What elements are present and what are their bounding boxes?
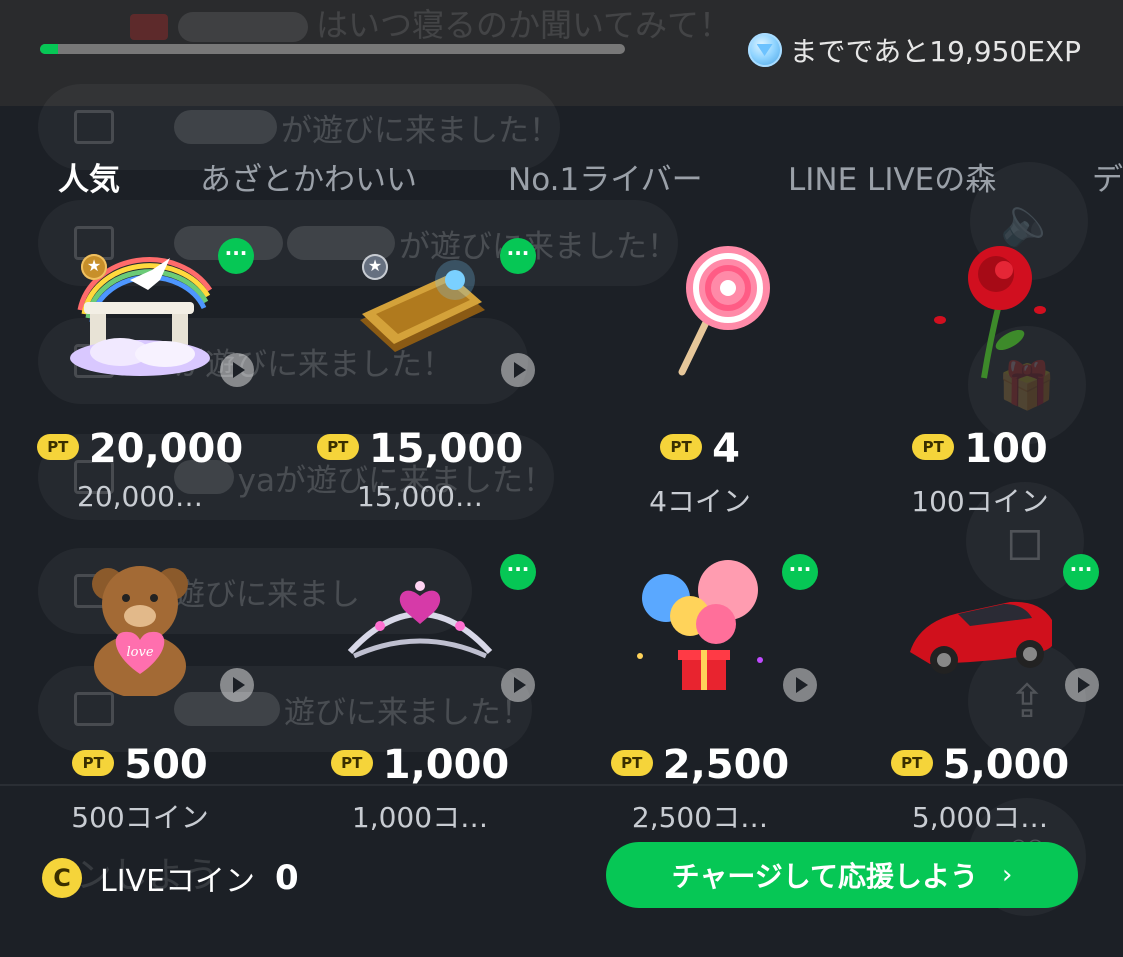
charge-button-label: チャージして応援しよう bbox=[671, 860, 978, 893]
chat-bubble-icon: ··· bbox=[1063, 554, 1099, 590]
gift-item[interactable]: PT 5,000 5,000コ… bbox=[840, 556, 1120, 856]
exp-progress-bar bbox=[40, 44, 625, 54]
gift-coin-cost: 2,500コ… bbox=[631, 801, 769, 834]
gift-item[interactable]: PT 1,000 1,000コ… bbox=[280, 556, 560, 856]
gift-price: PT 20,000 bbox=[0, 426, 280, 472]
gift-price-value: 2,500 bbox=[662, 742, 790, 788]
gift-panel: が遊びに来ました！ が遊びに来ました！ が遊びに来ました！ yaが遊びに来ました… bbox=[0, 84, 1123, 957]
gift-item[interactable]: PT 20,000 20,000… bbox=[0, 240, 280, 540]
pt-badge: PT bbox=[890, 750, 933, 776]
gift-item[interactable]: PT 100 100コイン bbox=[840, 240, 1120, 540]
gift-item[interactable]: love PT 500 500コイン bbox=[0, 556, 280, 856]
chat-bubble-icon: ··· bbox=[500, 238, 536, 274]
tiara-icon bbox=[347, 581, 493, 659]
sports-car-icon bbox=[910, 601, 1052, 674]
gift-coin-cost: 100コイン bbox=[911, 485, 1049, 518]
charge-button[interactable]: チャージして応援しよう › bbox=[606, 842, 1078, 908]
teddy-bear-icon: love bbox=[92, 566, 188, 696]
gift-coin-cost: 1,000コ… bbox=[351, 801, 489, 834]
gift-price: PT 2,500 bbox=[560, 742, 840, 788]
gift-price-value: 1,000 bbox=[382, 742, 510, 788]
gift-coin-cost: 15,000… bbox=[357, 480, 483, 513]
tab-cute[interactable]: あざとかわいい bbox=[200, 154, 417, 199]
chat-bubble-icon: ··· bbox=[218, 238, 254, 274]
play-preview-icon[interactable] bbox=[220, 668, 254, 702]
gift-price: PT 1,000 bbox=[280, 742, 560, 788]
gift-item[interactable]: PT 4 4コイン bbox=[560, 240, 840, 540]
gift-price: PT 4 bbox=[560, 426, 840, 472]
coin-value: 0 bbox=[275, 858, 299, 898]
gem-icon bbox=[747, 33, 782, 67]
lollipop-icon bbox=[678, 246, 770, 376]
tab-more[interactable]: デ bbox=[1092, 154, 1123, 199]
gift-price-value: 100 bbox=[964, 426, 1048, 472]
coin-icon: C bbox=[42, 858, 82, 898]
gift-price: PT 15,000 bbox=[280, 426, 560, 472]
divider bbox=[0, 784, 1123, 786]
gift-price-value: 15,000 bbox=[368, 426, 524, 472]
rank-star-silver-icon: ★ bbox=[362, 254, 388, 280]
gift-coin-cost: 5,000コ… bbox=[911, 801, 1049, 834]
tab-line-live-forest[interactable]: LINE LIVEの森 bbox=[788, 154, 996, 199]
pt-badge: PT bbox=[912, 434, 955, 460]
gift-price: PT 500 bbox=[0, 742, 280, 788]
play-preview-icon[interactable] bbox=[501, 668, 535, 702]
play-preview-icon[interactable] bbox=[1065, 668, 1099, 702]
gift-price-value: 500 bbox=[124, 742, 208, 788]
tab-popular[interactable]: 人気 bbox=[58, 154, 120, 199]
gift-price-value: 20,000 bbox=[88, 426, 244, 472]
tab-no1-liver[interactable]: No.1ライバー bbox=[508, 154, 703, 199]
coin-label: LIVEコイン bbox=[100, 864, 256, 899]
gift-item[interactable]: PT 2,500 2,500コ… bbox=[560, 556, 840, 856]
gift-coin-cost: 4コイン bbox=[649, 485, 751, 518]
exp-remaining-text: までであと19,950EXP bbox=[789, 35, 1081, 68]
live-coin-balance: C LIVEコイン 0 bbox=[42, 856, 299, 900]
pt-badge: PT bbox=[330, 750, 373, 776]
pt-badge: PT bbox=[316, 434, 359, 460]
balloons-gift-icon bbox=[637, 560, 763, 690]
rose-icon bbox=[934, 246, 1046, 379]
rank-star-gold-icon: ★ bbox=[81, 254, 107, 280]
chat-bubble-icon: ··· bbox=[782, 554, 818, 590]
gift-price: PT 100 bbox=[840, 426, 1120, 472]
gift-price: PT 5,000 bbox=[840, 742, 1120, 788]
pt-badge: PT bbox=[72, 750, 115, 776]
pt-badge: PT bbox=[610, 750, 653, 776]
play-preview-icon[interactable] bbox=[783, 668, 817, 702]
gift-coin-cost: 20,000… bbox=[77, 480, 203, 513]
exp-remaining: までであと19,950EXP bbox=[747, 30, 1081, 70]
gift-coin-cost: 500コイン bbox=[71, 801, 209, 834]
gift-item[interactable]: PT 15,000 15,000… bbox=[280, 240, 560, 540]
pt-badge: PT bbox=[660, 434, 703, 460]
play-preview-icon[interactable] bbox=[220, 353, 254, 387]
exp-progress-fill bbox=[40, 44, 58, 54]
gift-price-value: 4 bbox=[712, 426, 740, 472]
pt-badge: PT bbox=[36, 434, 79, 460]
play-preview-icon[interactable] bbox=[501, 353, 535, 387]
category-tabs: 人気 あざとかわいい No.1ライバー LINE LIVEの森 デ bbox=[0, 154, 1123, 204]
chevron-right-icon: › bbox=[1001, 860, 1013, 890]
chat-bubble-icon: ··· bbox=[500, 554, 536, 590]
svg-text:love: love bbox=[126, 645, 153, 660]
gift-price-value: 5,000 bbox=[942, 742, 1070, 788]
ghost-comment-top: はいつ寝るのか聞いてみて！ bbox=[130, 0, 731, 46]
